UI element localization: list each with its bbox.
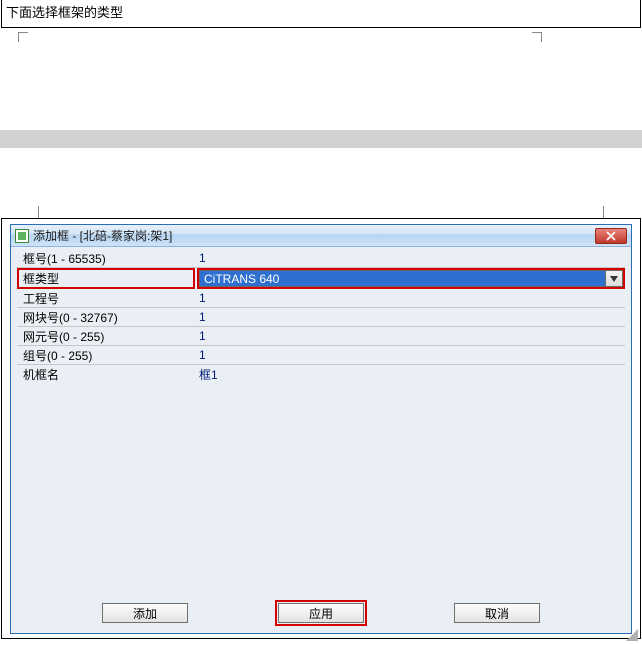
- separator-band: [0, 130, 642, 148]
- row-frame-no: 框号(1 - 65535) 1: [17, 249, 625, 268]
- mid-spacer: [0, 148, 642, 218]
- chevron-down-icon: [610, 276, 618, 282]
- add-button[interactable]: 添加: [102, 603, 188, 623]
- button-bar: 添加 应用 取消: [11, 595, 631, 633]
- resize-grip-icon[interactable]: [624, 627, 638, 641]
- dialog-body-space: [11, 384, 631, 595]
- label-frame-type: 框类型: [17, 268, 195, 289]
- row-group-no: 组号(0 - 255) 1: [17, 346, 625, 365]
- close-icon: [606, 231, 616, 241]
- value-project-no[interactable]: 1: [195, 289, 625, 308]
- instruction-text: 下面选择框架的类型: [6, 5, 123, 20]
- apply-button-label: 应用: [309, 605, 333, 622]
- row-project-no: 工程号 1: [17, 289, 625, 308]
- value-group-no[interactable]: 1: [195, 346, 625, 365]
- dropdown-arrow-button[interactable]: [605, 270, 623, 287]
- frame-type-value: CiTRANS 640: [199, 270, 605, 287]
- label-group-no: 组号(0 - 255): [17, 346, 195, 365]
- instruction-panel: 下面选择框架的类型: [1, 0, 641, 28]
- apply-button[interactable]: 应用: [278, 603, 364, 623]
- row-frame-type: 框类型 CiTRANS 640: [17, 268, 625, 289]
- app-icon: [15, 229, 29, 243]
- dialog-wrapper: 添加框 - [北碚-蔡家岗:架1] 框号(1 - 65535) 1 框类型 Ci…: [1, 218, 641, 639]
- dialog-titlebar[interactable]: 添加框 - [北碚-蔡家岗:架1]: [11, 225, 631, 247]
- cancel-button-label: 取消: [485, 605, 509, 622]
- cancel-button[interactable]: 取消: [454, 603, 540, 623]
- add-frame-dialog: 添加框 - [北碚-蔡家岗:架1] 框号(1 - 65535) 1 框类型 Ci…: [10, 224, 632, 634]
- form-area: 框号(1 - 65535) 1 框类型 CiTRANS 640 工程号 1: [11, 247, 631, 384]
- crop-marks: [0, 28, 642, 100]
- label-ne-no: 网元号(0 - 255): [17, 327, 195, 346]
- add-button-label: 添加: [133, 605, 157, 622]
- row-block-no: 网块号(0 - 32767) 1: [17, 308, 625, 327]
- label-frame-no: 框号(1 - 65535): [17, 249, 195, 268]
- value-ne-no[interactable]: 1: [195, 327, 625, 346]
- label-frame-name: 机框名: [17, 365, 195, 384]
- value-frame-name[interactable]: 框1: [195, 365, 625, 384]
- frame-type-dropdown[interactable]: CiTRANS 640: [197, 268, 625, 289]
- label-block-no: 网块号(0 - 32767): [17, 308, 195, 327]
- dialog-title: 添加框 - [北碚-蔡家岗:架1]: [33, 227, 172, 244]
- close-button[interactable]: [595, 228, 627, 244]
- value-frame-no[interactable]: 1: [195, 249, 625, 268]
- value-block-no[interactable]: 1: [195, 308, 625, 327]
- row-frame-name: 机框名 框1: [17, 365, 625, 384]
- row-ne-no: 网元号(0 - 255) 1: [17, 327, 625, 346]
- label-project-no: 工程号: [17, 289, 195, 308]
